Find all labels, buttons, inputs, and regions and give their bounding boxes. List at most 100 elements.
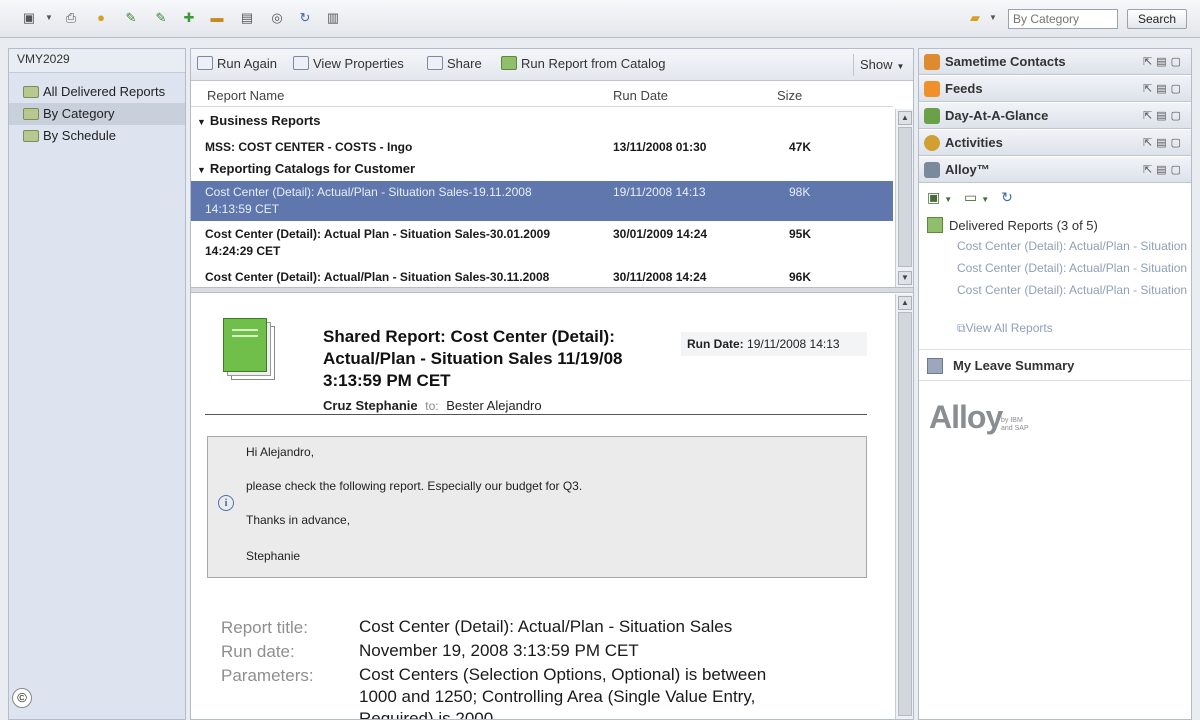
run-date-value: 19/11/2008 14:13 (747, 337, 840, 351)
group-header[interactable]: ▼ Business Reports (197, 113, 320, 128)
delivered-report-link[interactable]: Cost Center (Detail): Actual/Plan - Situ… (957, 239, 1189, 253)
view-properties-button[interactable]: View Properties (293, 56, 404, 71)
new-icon[interactable]: ▣ (20, 9, 38, 27)
search-input[interactable] (1008, 9, 1118, 29)
group-header[interactable]: ▼ Reporting Catalogs for Customer (197, 161, 415, 176)
shelf-controls-icon[interactable]: ⇱▤▢ (1143, 55, 1185, 68)
shelf-activities[interactable]: Activities ⇱▤▢ (919, 130, 1191, 156)
shelf-controls-icon[interactable]: ⇱▤▢ (1143, 82, 1185, 95)
run-again-button[interactable]: Run Again (197, 56, 277, 71)
delivered-reports-count: (3 of 5) (1056, 218, 1098, 233)
delivered-report-link[interactable]: Cost Center (Detail): Actual/Plan - Situ… (957, 283, 1189, 297)
shelf-title: Alloy™ (945, 162, 990, 177)
row-date: 19/11/2008 14:13 (613, 185, 706, 199)
column-header-size[interactable]: Size (777, 88, 802, 103)
add-icon[interactable]: ✚ (180, 9, 198, 27)
table-row-selected[interactable]: Cost Center (Detail): Actual/Plan - Situ… (191, 181, 893, 221)
binoculars-icon[interactable]: ◎ (268, 9, 286, 27)
new-report-icon[interactable]: ▣ (927, 189, 944, 205)
delivered-reports-header[interactable]: Delivered Reports (3 of 5) (927, 217, 1098, 233)
document-icon[interactable]: ▤ (238, 9, 256, 27)
row-name: Cost Center (Detail): Actual/Plan - Situ… (205, 270, 550, 284)
column-header-report-name[interactable]: Report Name (207, 88, 284, 103)
alloy-logo-subtext: by IBM and SAP (1001, 417, 1029, 433)
nav-item-by-schedule[interactable]: By Schedule (9, 125, 185, 147)
row-name-continued: 14:24:29 CET (205, 244, 281, 258)
pane-splitter[interactable] (191, 287, 913, 293)
alloy-logo: Alloy (929, 399, 1003, 435)
alloy-toolbar: ▣▼ ▭▼ ↻ (927, 189, 1017, 206)
highlight-icon[interactable]: ▬ (208, 9, 226, 27)
shelf-feeds[interactable]: Feeds ⇱▤▢ (919, 76, 1191, 102)
center-panel: Run Again View Properties Share Run Repo… (190, 48, 914, 720)
message-box: i Hi Alejandro, please check the followi… (207, 436, 867, 578)
share-label: Share (447, 56, 482, 71)
expand-triangle-icon: ▼ (197, 117, 206, 127)
scroll-thumb[interactable] (898, 127, 912, 267)
table-row[interactable]: MSS: COST CENTER - COSTS - Ingo 13/11/20… (191, 137, 893, 159)
nav-item-label: All Delivered Reports (43, 84, 166, 99)
share-button[interactable]: Share (427, 56, 482, 71)
parameters-line: Cost Centers (Selection Options, Optiona… (359, 665, 767, 684)
window-icon[interactable]: ▭ (964, 189, 981, 205)
table-row[interactable]: Cost Center (Detail): Actual/Plan - Situ… (191, 269, 893, 287)
list-scrollbar[interactable]: ▲ ▼ (895, 109, 913, 287)
dropdown-arrow-icon[interactable]: ▼ (981, 195, 993, 204)
show-dropdown[interactable]: Show ▼ (853, 54, 911, 76)
delivered-report-link[interactable]: Cost Center (Detail): Actual/Plan - Situ… (957, 261, 1189, 275)
nav-item-label: By Schedule (43, 128, 116, 143)
parameters-label: Parameters: (221, 666, 314, 685)
scroll-down-icon[interactable]: ▼ (898, 271, 912, 285)
row-size: 98K (789, 185, 811, 199)
chevron-down-icon: ▼ (896, 62, 905, 71)
nav-item-label: By Category (43, 106, 115, 121)
expand-triangle-icon: ▼ (197, 165, 206, 175)
shelf-day-at-a-glance[interactable]: Day-At-A-Glance ⇱▤▢ (919, 103, 1191, 129)
shelf-sametime-contacts[interactable]: Sametime Contacts ⇱▤▢ (919, 49, 1191, 75)
row-name-continued: 14:13:59 CET (205, 202, 280, 216)
sender-name[interactable]: Cruz Stephanie (323, 398, 418, 413)
action-bar: Run Again View Properties Share Run Repo… (191, 49, 913, 81)
to-label: to: (425, 399, 439, 413)
nav-item-all-delivered-reports[interactable]: All Delivered Reports (9, 81, 185, 103)
my-leave-summary[interactable]: My Leave Summary (919, 349, 1191, 381)
run-report-from-catalog-button[interactable]: Run Report from Catalog (501, 56, 666, 71)
table-row[interactable]: Cost Center (Detail): Actual Plan - Situ… (191, 225, 893, 265)
report-icon[interactable]: ▥ (324, 9, 342, 27)
share-icon (427, 56, 443, 70)
print-icon[interactable]: ⎙ (62, 9, 80, 27)
detail-scrollbar[interactable]: ▲ (895, 294, 913, 719)
dropdown-arrow-icon[interactable]: ▼ (44, 9, 54, 27)
nav-item-by-category[interactable]: By Category (9, 103, 185, 125)
link-icon[interactable]: ✎ (122, 9, 140, 27)
scroll-up-icon[interactable]: ▲ (898, 296, 912, 310)
shelf-controls-icon[interactable]: ⇱▤▢ (1143, 109, 1185, 122)
folder-icon[interactable]: ▰ (966, 9, 984, 27)
folder-dropdown-icon[interactable]: ▼ (988, 9, 998, 27)
row-date: 13/11/2008 01:30 (613, 140, 707, 154)
leave-summary-label: My Leave Summary (953, 358, 1075, 373)
view-all-reports-link[interactable]: ⧉View All Reports (957, 321, 1053, 336)
right-sidebar: Sametime Contacts ⇱▤▢ Feeds ⇱▤▢ Day-At-A… (918, 48, 1192, 720)
edit-link-icon[interactable]: ✎ (152, 9, 170, 27)
shelf-controls-icon[interactable]: ⇱▤▢ (1143, 163, 1185, 176)
recipient-name[interactable]: Bester Alejandro (446, 398, 541, 413)
shelf-alloy[interactable]: Alloy™ ⇱▤▢ (919, 157, 1191, 183)
message-thanks: Thanks in advance, (246, 513, 351, 527)
search-button[interactable]: Search (1127, 9, 1187, 29)
row-date: 30/11/2008 14:24 (613, 270, 707, 284)
refresh-icon[interactable]: ↻ (296, 9, 314, 27)
column-header-run-date[interactable]: Run Date (613, 88, 668, 103)
dropdown-arrow-icon[interactable]: ▼ (944, 195, 956, 204)
divider-line (205, 414, 867, 415)
sametime-icon (924, 54, 940, 70)
folder-icon (23, 86, 39, 98)
row-date: 30/01/2009 14:24 (613, 227, 708, 241)
refresh-icon[interactable]: ↻ (1001, 189, 1017, 205)
row-name: MSS: COST CENTER - COSTS - Ingo (205, 140, 413, 154)
scroll-thumb[interactable] (898, 312, 912, 716)
shelf-controls-icon[interactable]: ⇱▤▢ (1143, 136, 1185, 149)
coin-icon[interactable]: ● (92, 9, 110, 27)
scroll-up-icon[interactable]: ▲ (898, 111, 912, 125)
group-label: Business Reports (209, 113, 321, 128)
